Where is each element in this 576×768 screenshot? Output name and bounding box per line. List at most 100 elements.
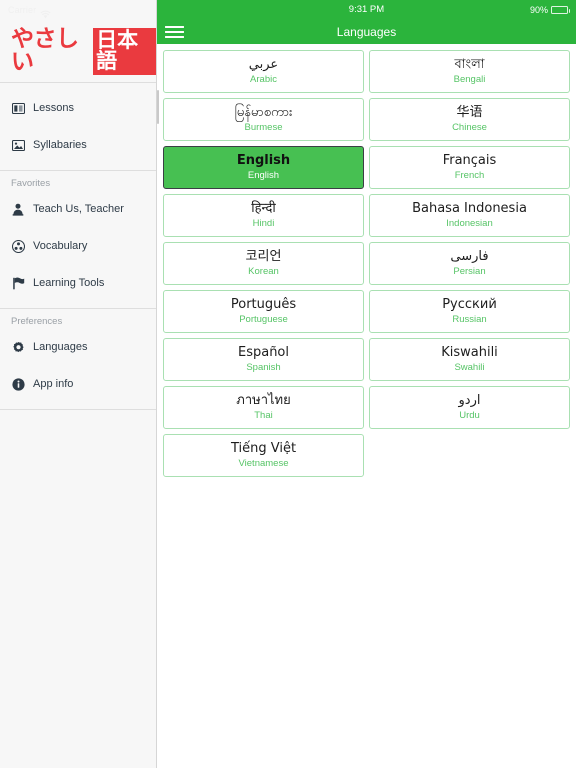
language-english-name: Russian <box>452 314 487 326</box>
page-title: Languages <box>336 25 397 39</box>
language-cell-korean[interactable]: 코리언 Korean <box>163 242 364 285</box>
clock-label: 9:31 PM <box>348 4 385 16</box>
language-cell-english[interactable]: English English <box>163 146 364 189</box>
main-panel: 9:31 PM 90% Languages عربي Arabic বাংলা Ben… <box>157 0 576 768</box>
sidebar: Carrier やさしい 日本語 Lessons Syllabaries Fav… <box>0 0 157 768</box>
sidebar-item-label: Lessons <box>33 101 74 114</box>
scroll-indicator[interactable] <box>157 90 159 124</box>
language-native-name: اردو <box>458 393 481 409</box>
sidebar-item-label: Vocabulary <box>33 239 88 252</box>
language-cell-thai[interactable]: ภาษาไทย Thai <box>163 386 364 429</box>
sidebar-item-label: Teach Us, Teacher <box>33 202 124 215</box>
app-logo: やさしい 日本語 <box>0 20 156 82</box>
language-native-name: 华语 <box>456 105 483 121</box>
language-cell-persian[interactable]: فارسی Persian <box>369 242 570 285</box>
language-cell-spanish[interactable]: Español Spanish <box>163 338 364 381</box>
sidebar-group-preferences: Preferences Languages App info <box>0 309 156 409</box>
language-native-name: 코리언 <box>245 249 282 265</box>
sidebar-group-favorites: Favorites Teach Us, Teacher Vocabulary L… <box>0 171 156 308</box>
sidebar-item-app-info[interactable]: App info <box>0 372 156 396</box>
language-english-name: Persian <box>453 266 486 278</box>
sidebar-item-learning-tools[interactable]: Learning Tools <box>0 271 156 295</box>
navigation-bar: Languages <box>157 20 576 44</box>
sidebar-item-languages[interactable]: Languages <box>0 335 156 359</box>
sidebar-item-vocabulary[interactable]: Vocabulary <box>0 234 156 258</box>
logo-kanji-text: 日本語 <box>93 27 156 75</box>
battery-percent-label: 90% <box>529 4 548 15</box>
sidebar-item-label: App info <box>33 377 74 390</box>
language-english-name: Urdu <box>459 410 480 422</box>
sidebar-item-teach-us-teacher[interactable]: Teach Us, Teacher <box>0 197 156 221</box>
languages-content: عربي Arabic বাংলা Bengali မြန်မာစကား Burmese 华… <box>157 44 576 768</box>
language-english-name: Burmese <box>244 122 283 134</box>
language-cell-arabic[interactable]: عربي Arabic <box>163 50 364 93</box>
language-native-name: Français <box>442 153 497 169</box>
language-cell-burmese[interactable]: မြန်မာစကား Burmese <box>163 98 364 141</box>
language-cell-russian[interactable]: Русский Russian <box>369 290 570 333</box>
language-english-name: Vietnamese <box>238 458 289 470</box>
language-english-name: Bengali <box>453 74 486 86</box>
language-english-name: Chinese <box>452 122 487 134</box>
wifi-icon <box>40 6 51 18</box>
sidebar-item-syllabaries[interactable]: Syllabaries <box>0 133 156 157</box>
syllabaries-icon <box>11 138 25 152</box>
language-grid: عربي Arabic বাংলা Bengali မြန်မာစကား Burmese 华… <box>163 50 570 477</box>
language-cell-french[interactable]: Français French <box>369 146 570 189</box>
language-native-name: English <box>236 153 291 169</box>
battery-icon <box>551 6 570 14</box>
language-native-name: Tiếng Việt <box>230 441 297 457</box>
language-native-name: Español <box>237 345 289 361</box>
language-cell-urdu[interactable]: اردو Urdu <box>369 386 570 429</box>
lessons-icon <box>11 101 25 115</box>
language-english-name: French <box>454 170 485 182</box>
sidebar-section-header: Preferences <box>11 316 63 328</box>
sidebar-section-header: Favorites <box>11 178 51 190</box>
flag-icon <box>11 276 25 290</box>
language-english-name: Indonesian <box>446 218 493 230</box>
language-native-name: Português <box>230 297 297 313</box>
language-native-name: Bahasa Indonesia <box>412 201 527 217</box>
sidebar-item-label: Languages <box>33 340 88 353</box>
language-cell-chinese[interactable]: 华语 Chinese <box>369 98 570 141</box>
battery-indicator: 90% <box>529 4 570 15</box>
info-icon <box>11 377 25 391</box>
person-icon <box>11 202 25 216</box>
language-cell-portuguese[interactable]: Português Portuguese <box>163 290 364 333</box>
language-cell-hindi[interactable]: हिन्दी Hindi <box>163 194 364 237</box>
sidebar-item-lessons[interactable]: Lessons <box>0 96 156 120</box>
language-native-name: Русский <box>442 297 497 313</box>
status-bar: 9:31 PM 90% <box>157 0 576 20</box>
carrier-label: Carrier <box>8 5 37 15</box>
gear-icon <box>11 340 25 354</box>
language-english-name: Korean <box>248 266 279 278</box>
language-native-name: Kiswahili <box>441 345 498 361</box>
language-english-name: Swahili <box>454 362 485 374</box>
language-english-name: English <box>247 170 280 182</box>
language-cell-bengali[interactable]: বাংলা Bengali <box>369 50 570 93</box>
sidebar-item-label: Learning Tools <box>33 276 105 289</box>
language-cell-indonesian[interactable]: Bahasa Indonesia Indonesian <box>369 194 570 237</box>
language-native-name: ภาษาไทย <box>236 393 291 409</box>
sidebar-divider <box>0 409 156 410</box>
logo-kana-text: やさしい <box>11 26 79 75</box>
language-english-name: Arabic <box>250 74 277 86</box>
language-english-name: Hindi <box>252 218 275 230</box>
language-english-name: Spanish <box>246 362 281 374</box>
language-native-name: हिन्दी <box>251 201 276 217</box>
language-native-name: فارسی <box>450 249 489 265</box>
language-native-name: বাংলা <box>454 57 485 73</box>
language-cell-swahili[interactable]: Kiswahili Swahili <box>369 338 570 381</box>
language-native-name: မြန်မာစကား <box>234 105 293 121</box>
language-english-name: Thai <box>254 410 273 422</box>
language-cell-vietnamese[interactable]: Tiếng Việt Vietnamese <box>163 434 364 477</box>
language-native-name: عربي <box>248 57 279 73</box>
sidebar-group-main: Lessons Syllabaries <box>0 83 156 170</box>
